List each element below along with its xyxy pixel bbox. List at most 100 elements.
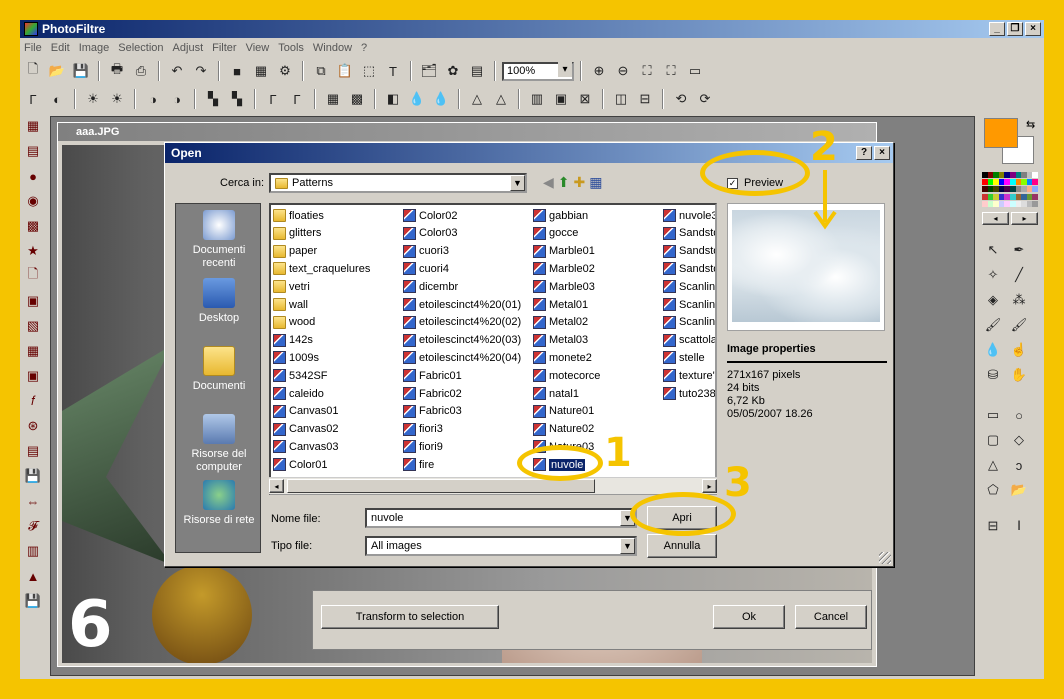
star-icon[interactable]: ★ (23, 241, 43, 261)
file-item[interactable]: Color01 (273, 456, 328, 473)
layers-icon[interactable]: ▤ (23, 141, 43, 161)
new-folder-icon[interactable]: ✚ (574, 174, 586, 191)
gradient-tool-icon[interactable]: ▥ (23, 541, 43, 561)
hand-icon[interactable]: ✋ (1008, 365, 1030, 385)
page-icon[interactable]: 🗋 (23, 266, 43, 286)
frame-icon[interactable]: ▣ (23, 366, 43, 386)
palette-prev-button[interactable]: ◂ (982, 212, 1009, 225)
minimize-button[interactable]: _ (989, 22, 1005, 36)
polygon-icon[interactable]: ⬠ (982, 480, 1004, 500)
zoom-select[interactable]: 100% (502, 61, 574, 81)
folder-item[interactable]: vetri (273, 278, 310, 295)
save-html-icon[interactable]: 💾 (23, 591, 43, 611)
diamond-icon[interactable]: ◇ (1008, 430, 1030, 450)
file-item[interactable]: 1009s (273, 349, 319, 366)
file-item[interactable]: Scanline (663, 296, 715, 313)
spray-icon[interactable]: ⁂ (1008, 290, 1030, 310)
file-item[interactable]: Sandsto (663, 243, 715, 260)
view-menu-icon[interactable]: ▦ (589, 174, 602, 191)
selection-icon[interactable]: ⬚ (358, 60, 380, 82)
palette-swatch[interactable] (1032, 193, 1038, 200)
fill-icon[interactable]: ◈ (982, 290, 1004, 310)
blur-drop-icon[interactable]: 💧 (982, 340, 1004, 360)
file-item[interactable]: etoilescinct4%20(03) (403, 332, 521, 349)
annulla-button[interactable]: Annulla (647, 534, 717, 558)
palette-next-button[interactable]: ▸ (1011, 212, 1038, 225)
export-icon[interactable]: ▤ (23, 441, 43, 461)
file-item[interactable]: Canvas03 (273, 438, 339, 455)
file-item[interactable]: Marble02 (533, 260, 595, 277)
rounded-rect-icon[interactable]: ▢ (982, 430, 1004, 450)
select-all-icon[interactable]: ⊟ (982, 516, 1004, 536)
gamma-up-icon[interactable]: Γ (286, 88, 308, 110)
file-item[interactable]: Nature01 (533, 403, 594, 420)
triangle-icon[interactable]: △ (466, 88, 488, 110)
file-item[interactable]: fiori3 (403, 421, 443, 438)
file-item[interactable]: Metal03 (533, 332, 588, 349)
menu-edit[interactable]: Edit (51, 42, 70, 54)
color-picker[interactable]: ⇆ (982, 116, 1038, 166)
file-item[interactable]: etoilescinct4%20(04) (403, 349, 521, 366)
brightness-up-icon[interactable]: ☀ (106, 88, 128, 110)
file-item[interactable]: dicembr (403, 278, 458, 295)
file-item[interactable]: Marble03 (533, 278, 595, 295)
place-network[interactable]: Risorse di rete (176, 480, 262, 527)
auto-icon[interactable]: ⚙ (274, 60, 296, 82)
menu-adjust[interactable]: Adjust (173, 42, 204, 54)
zoom-in-icon[interactable]: ⊕ (588, 60, 610, 82)
histogram-icon[interactable]: ▲ (23, 566, 43, 586)
magic-wand-icon[interactable]: ✧ (982, 265, 1004, 285)
saturation-down-icon[interactable]: ▚ (202, 88, 224, 110)
camera-icon[interactable]: ◉ (23, 191, 43, 211)
folder-item[interactable]: paper (273, 243, 317, 260)
zoom-out-icon[interactable]: ⊖ (612, 60, 634, 82)
function-icon[interactable]: 𝑓 (23, 391, 43, 411)
explorer-icon[interactable]: 🗂 (418, 60, 440, 82)
triangle-alt-icon[interactable]: △ (490, 88, 512, 110)
rectangle-icon[interactable]: ▭ (982, 405, 1004, 425)
scroll-left-icon[interactable]: ◂ (269, 479, 284, 493)
folder-item[interactable]: floaties (273, 207, 324, 224)
ellipse-icon[interactable]: ○ (1008, 405, 1030, 425)
grayscale-icon[interactable]: ■ (226, 60, 248, 82)
brush-icon[interactable]: 🖌 (982, 315, 1004, 335)
gradient-icon[interactable]: ▥ (526, 88, 548, 110)
swap-colors-icon[interactable]: ⇆ (1026, 118, 1035, 131)
cancel-button[interactable]: Cancel (795, 605, 867, 629)
drop-icon[interactable]: 💧 (430, 88, 452, 110)
pointer-icon[interactable]: ↖ (982, 240, 1004, 260)
file-item[interactable]: Color02 (403, 207, 458, 224)
rgb-icon[interactable]: ▦ (250, 60, 272, 82)
sphere-icon[interactable]: ● (23, 166, 43, 186)
window-icon[interactable]: ▤ (466, 60, 488, 82)
triangle-shape-icon[interactable]: △ (982, 455, 1004, 475)
text-icon[interactable]: T (382, 60, 404, 82)
palette-swatch[interactable] (1032, 186, 1038, 193)
file-item[interactable]: Fabric01 (403, 367, 462, 384)
blur-icon[interactable]: 💧 (406, 88, 428, 110)
fit-window-icon[interactable]: ⛶ (636, 60, 658, 82)
load-selection-icon[interactable]: 📂 (1008, 480, 1030, 500)
file-item[interactable]: gabbian (533, 207, 588, 224)
file-item[interactable]: scattola (663, 332, 715, 349)
menu-file[interactable]: File (24, 42, 42, 54)
invert-selection-icon[interactable]: Ⅰ (1008, 516, 1030, 536)
dialog-close-button[interactable]: × (874, 146, 890, 160)
menu-[interactable]: ? (361, 42, 367, 54)
saturation-up-icon[interactable]: ▚ (226, 88, 248, 110)
lasso-icon[interactable]: ↄ (1008, 455, 1030, 475)
back-icon[interactable]: ◀ (543, 174, 554, 191)
close-button[interactable]: × (1025, 22, 1041, 36)
font-icon[interactable]: 𝓕 (23, 516, 43, 536)
print-icon[interactable]: 🖶 (106, 60, 128, 82)
open-folder-icon[interactable]: 📂 (46, 60, 68, 82)
contrast-up-icon[interactable]: ◑ (166, 88, 188, 110)
eyedropper-icon[interactable]: ✒ (1008, 240, 1030, 260)
image-icon[interactable]: ▣ (23, 291, 43, 311)
file-item[interactable]: cuori4 (403, 260, 449, 277)
save-2000-icon[interactable]: 💾 (23, 466, 43, 486)
place-recent[interactable]: Documenti recenti (176, 210, 262, 270)
file-item[interactable]: etoilescinct4%20(02) (403, 314, 521, 331)
file-item[interactable]: Fabric03 (403, 403, 462, 420)
folder-item[interactable]: wood (273, 314, 315, 331)
